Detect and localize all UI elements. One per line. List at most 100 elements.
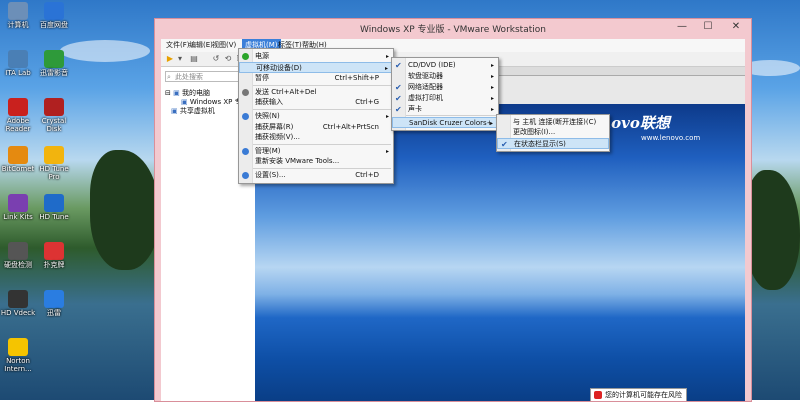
app-icon [8,146,28,164]
power-on-icon[interactable]: ▶ [165,54,175,64]
app-icon [8,98,28,116]
search-icon: ⌕ [167,73,171,81]
vm-menu-item[interactable]: 捕获视频(V)... [239,132,393,143]
app-icon [8,290,28,308]
check-icon: ✔ [395,105,402,114]
menu-item-label: 设置(S)... [255,171,286,179]
vm-menu-item[interactable]: 暂停 Ctrl+Shift+P [239,73,393,84]
menu-item-label: 重新安装 VMware Tools... [255,157,340,165]
menu-item-label: CD/DVD (IDE) [408,61,456,69]
usb-menu-item[interactable]: 更改图标(I)... [497,127,609,138]
shortcut-label: 迅雷 [47,309,61,317]
shield-icon [594,391,602,399]
vm-dropdown-menu: 电源 ▸ 可移动设备(D) ▸ 暂停 Ctrl+Shift+P 发送 Ctrl+Alt+De… [238,48,394,184]
menu-item-icon [242,89,249,96]
check-icon: ✔ [395,94,402,103]
app-icon [8,242,28,260]
vm-menu-item[interactable]: 重新安装 VMware Tools... [239,156,393,167]
desktop-shortcut[interactable]: 计算机 [0,2,36,29]
vm-menu-item[interactable]: 可移动设备(D) ▸ [239,62,393,73]
submenu-arrow-icon: ▸ [385,53,389,60]
desktop-shortcut[interactable]: Norton Intern... [0,338,36,373]
menu-separator [253,168,391,169]
device-menu-item[interactable]: SanDisk Cruzer Colors+ ▸ [392,117,498,128]
revert-icon[interactable]: ⟲ [223,54,233,64]
desktop-shortcut[interactable]: ITA Lab [0,50,36,77]
menu-shortcut: Ctrl+D [355,171,379,179]
menu-item-label: 捕获输入 [255,98,283,106]
expand-icon[interactable]: ⊟ [165,89,171,97]
vm-icon: ▣ [181,98,188,106]
security-text: 您的计算机可能存在风险 [605,391,682,399]
device-menu-item[interactable]: 软盘驱动器 ▸ [392,71,498,82]
menu-separator [253,85,391,86]
vm-menu-item[interactable]: 快照(N) ▸ [239,111,393,122]
shortcut-label: Crystal Disk [41,117,67,133]
desktop-shortcut[interactable]: Adobe Reader [0,98,36,133]
menu-separator [253,109,391,110]
desktop-shortcut[interactable]: 迅雷影音 [36,50,72,77]
shortcut-label: HD Vdeck [0,309,36,317]
menu-item-label: 网络适配器 [408,83,443,91]
menu-item-icon [242,148,249,155]
shortcut-label: BitComet [1,165,35,173]
menu-shortcut: Ctrl+Shift+P [334,74,379,82]
device-menu-item[interactable]: ✔ CD/DVD (IDE) ▸ [392,60,498,71]
menu-item-icon [242,113,249,120]
computer-icon: ▣ [173,89,180,97]
minimize-icon[interactable]: — [669,19,695,35]
library-icon[interactable]: ▤ [189,54,199,64]
shortcut-label: Link Kits [3,213,33,221]
shortcut-label: 计算机 [7,21,29,29]
check-icon: ✔ [501,140,508,149]
submenu-arrow-icon: ▸ [490,62,494,69]
palm-tree [745,170,800,290]
app-icon [8,2,28,20]
shortcut-label: ITA Lab [5,69,31,77]
usb-menu-item[interactable]: ✔ 在状态栏显示(S) [497,138,609,149]
snapshot-icon[interactable]: ↺ [211,54,221,64]
maximize-icon[interactable]: ☐ [695,19,721,35]
desktop-shortcut[interactable]: Crystal Disk [36,98,72,133]
vm-menu-item[interactable]: 电源 ▸ [239,51,393,62]
desktop-shortcut[interactable]: HD Vdeck [0,290,36,317]
shortcut-label: Adobe Reader [5,117,31,133]
shortcut-label: 百度网盘 [40,21,68,29]
menu-item-label: 软盘驱动器 [408,72,443,80]
close-icon[interactable]: ✕ [723,19,749,35]
title-bar[interactable]: Windows XP 专业版 - VMware Workstation — ☐ … [155,19,751,37]
removable-devices-submenu: ✔ CD/DVD (IDE) ▸ 软盘驱动器 ▸ ✔ 网络适配器 ▸ ✔ 虚拟打印机 ▸ ✔ 声卡 ▸ Sa… [391,57,499,131]
shortcut-label: 迅雷影音 [40,69,68,77]
security-notification[interactable]: 您的计算机可能存在风险 [590,388,687,401]
device-menu-item[interactable]: ✔ 网络适配器 ▸ [392,82,498,93]
desktop-shortcut[interactable]: HD Tune Pro [36,146,72,181]
menu-item-label: SanDisk Cruzer Colors+ [409,119,493,127]
palm-tree [90,150,160,270]
desktop-shortcut[interactable]: 扑克牌 [36,242,72,269]
device-menu-item[interactable]: ✔ 虚拟打印机 ▸ [392,93,498,104]
menu-item-label: 声卡 [408,105,422,113]
check-icon: ✔ [395,83,402,92]
desktop-shortcut[interactable]: Link Kits [0,194,36,221]
device-menu-item[interactable]: ✔ 声卡 ▸ [392,104,498,115]
vm-menu-item[interactable]: 捕获输入 Ctrl+G [239,97,393,108]
desktop-shortcut[interactable]: 迅雷 [36,290,72,317]
desktop-shortcut[interactable]: HD Tune [36,194,72,221]
desktop-shortcut[interactable]: 百度网盘 [36,2,72,29]
desktop-shortcut[interactable]: BitComet [0,146,36,173]
search-placeholder: 此处搜索 [175,73,203,81]
app-icon [44,242,64,260]
library-search-input[interactable]: ⌕ 此处搜索 [165,71,249,82]
submenu-arrow-icon: ▸ [490,95,494,102]
app-icon [44,98,64,116]
desktop-shortcut[interactable]: 硬盘检测 [0,242,36,269]
vm-menu-item[interactable]: 设置(S)... Ctrl+D [239,170,393,181]
menu-item-label: 虚拟打印机 [408,94,443,102]
tree-shared-vms[interactable]: ▣ 共享虚拟机 [171,107,215,116]
chevron-down-icon[interactable]: ▾ [175,54,185,64]
menu-separator [253,144,391,145]
menu-view[interactable]: 视图(V) [209,39,239,52]
tree-my-computer[interactable]: ⊟ ▣ 我的电脑 [165,89,210,98]
app-icon [44,290,64,308]
menu-item-label: 快照(N) [255,112,280,120]
